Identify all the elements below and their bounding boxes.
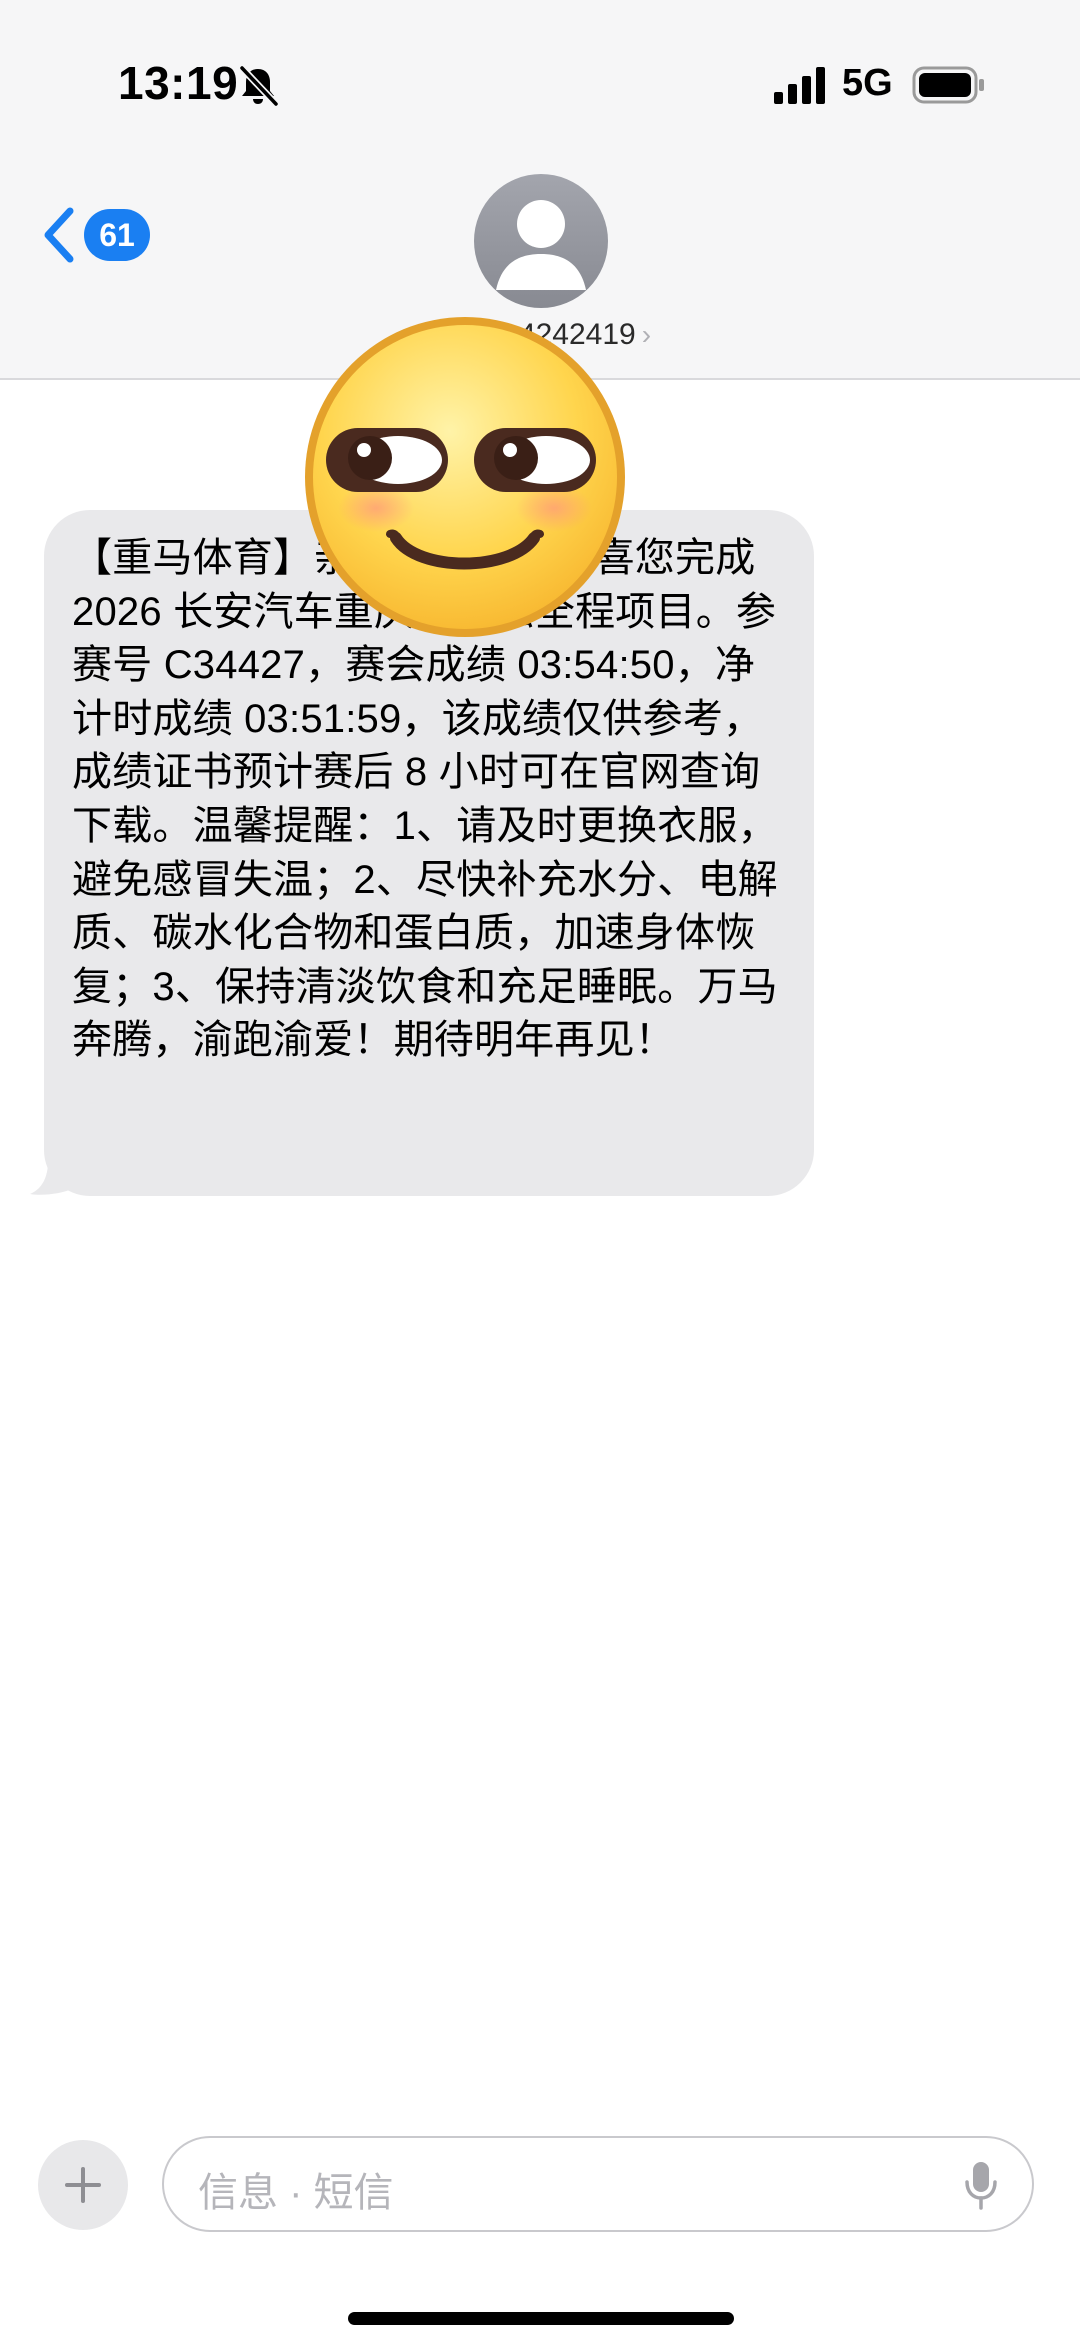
contact-chevron-icon: › (641, 319, 652, 350)
message-input[interactable]: 信息 · 短信 (162, 2136, 1034, 2232)
person-icon (496, 200, 586, 290)
home-indicator[interactable] (348, 2312, 734, 2325)
chevron-left-icon (44, 207, 74, 263)
unread-count-badge: 61 (84, 209, 150, 261)
signal-icon (774, 67, 825, 104)
message-input-placeholder: 信息 · 短信 (198, 2171, 394, 2215)
network-label: 5G (842, 62, 893, 104)
battery-icon (912, 66, 984, 104)
back-button[interactable]: 61 (40, 200, 150, 270)
bell-slash-icon (239, 65, 279, 107)
contact-avatar[interactable] (474, 174, 608, 308)
plus-icon (65, 2167, 101, 2203)
add-attachment-button[interactable] (38, 2140, 128, 2230)
smirking-face-sticker (305, 317, 625, 637)
microphone-icon[interactable] (964, 2160, 998, 2210)
status-time: 13:19 (118, 57, 239, 109)
